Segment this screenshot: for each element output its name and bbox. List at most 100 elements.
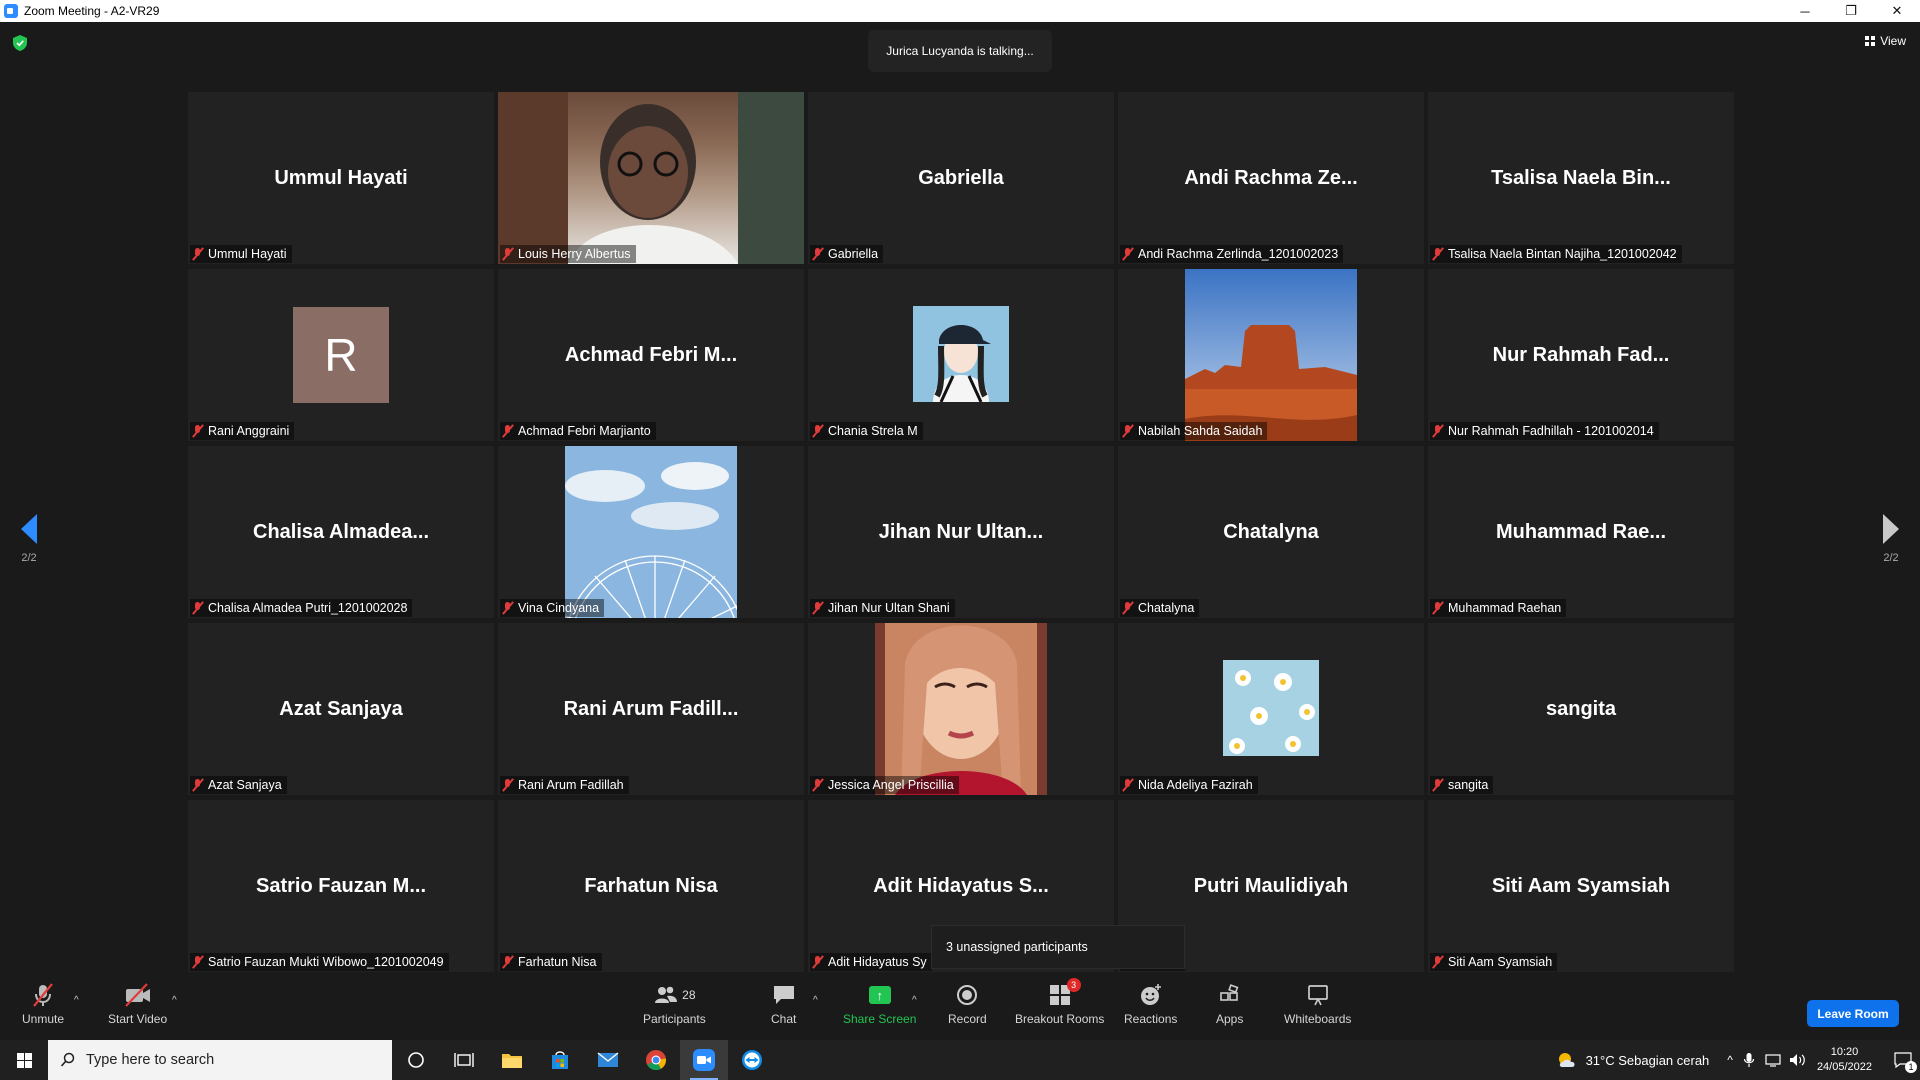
participant-avatar-image — [1223, 660, 1319, 756]
apps-icon — [1219, 981, 1241, 1009]
previous-page-button[interactable]: 2/2 — [12, 514, 46, 564]
encryption-shield-icon[interactable] — [13, 35, 27, 51]
window-controls: ─ ❐ ✕ — [1782, 0, 1920, 22]
participant-tile[interactable]: Azat Sanjaya Azat Sanjaya — [188, 623, 494, 795]
participant-tile[interactable]: Louis Herry Albertus — [498, 92, 804, 264]
participant-tile[interactable]: Chatalyna Chatalyna — [1118, 446, 1424, 618]
apps-button[interactable]: Apps — [1216, 981, 1243, 1026]
store-button[interactable] — [536, 1040, 584, 1080]
chrome-button[interactable] — [632, 1040, 680, 1080]
participant-tile[interactable]: Vina Cindyana — [498, 446, 804, 618]
teamviewer-icon — [742, 1050, 762, 1070]
share-options-caret[interactable]: ^ — [912, 995, 917, 1006]
mic-muted-icon — [192, 247, 204, 261]
tray-overflow-chevron-icon[interactable]: ^ — [1727, 1053, 1733, 1067]
participant-tile[interactable]: Rani Arum Fadill... Rani Arum Fadillah — [498, 623, 804, 795]
participant-tile[interactable]: R Rani Anggraini — [188, 269, 494, 441]
participant-tile[interactable]: Muhammad Rae... Muhammad Raehan — [1428, 446, 1734, 618]
participant-tile[interactable]: Satrio Fauzan M... Satrio Fauzan Mukti Wi… — [188, 800, 494, 972]
chat-options-caret[interactable]: ^ — [813, 995, 818, 1006]
participant-display-name: Farhatun Nisa — [584, 874, 718, 897]
mic-muted-icon — [502, 247, 514, 261]
meeting-area: Jurica Lucyanda is talking... View 2/2 2… — [0, 22, 1920, 975]
participant-tile[interactable]: Ummul Hayati Ummul Hayati — [188, 92, 494, 264]
participant-display-name: Siti Aam Syamsiah — [1491, 874, 1671, 897]
participant-tile[interactable]: Nur Rahmah Fad... Nur Rahmah Fadhillah - … — [1428, 269, 1734, 441]
taskbar-search[interactable]: Type here to search — [48, 1040, 392, 1080]
reactions-button[interactable]: Reactions — [1124, 981, 1177, 1026]
weather-text[interactable]: 31°C Sebagian cerah — [1586, 1053, 1710, 1068]
start-video-button[interactable]: Start Video — [108, 981, 167, 1026]
mic-muted-icon — [502, 601, 514, 615]
participant-gallery: Ummul Hayati Ummul Hayati Louis Herry Albe… — [188, 92, 1734, 972]
breakout-rooms-button[interactable]: 3 Breakout Rooms — [1015, 978, 1104, 1026]
participant-display-name: Satrio Fauzan M... — [255, 874, 427, 897]
weather-icon — [1558, 1053, 1575, 1067]
participant-name: Andi Rachma Zerlinda_1201002023 — [1138, 247, 1339, 261]
mic-muted-icon — [1122, 778, 1134, 792]
participant-tile[interactable]: Jihan Nur Ultan... Jihan Nur Ultan Shani — [808, 446, 1114, 618]
view-button[interactable]: View — [1865, 34, 1906, 48]
notification-count: 1 — [1905, 1061, 1917, 1073]
participant-name-label: Rani Anggraini — [190, 422, 295, 440]
start-button[interactable] — [0, 1040, 48, 1080]
video-options-caret[interactable]: ^ — [172, 995, 177, 1006]
participant-tile[interactable]: Farhatun Nisa Farhatun Nisa — [498, 800, 804, 972]
participant-tile[interactable]: Siti Aam Syamsiah Siti Aam Syamsiah — [1428, 800, 1734, 972]
teamviewer-button[interactable] — [728, 1040, 776, 1080]
participant-tile[interactable]: Jessica Angel Priscillia — [808, 623, 1114, 795]
whiteboards-button[interactable]: Whiteboards — [1284, 981, 1351, 1026]
speaker-icon[interactable] — [1789, 1053, 1807, 1067]
mic-muted-icon — [192, 778, 204, 792]
participant-name: Adit Hidayatus Sy — [828, 955, 927, 969]
participant-display-name: Jihan Nur Ultan... — [878, 520, 1044, 543]
record-button[interactable]: Record — [948, 981, 987, 1026]
file-explorer-button[interactable] — [488, 1040, 536, 1080]
restore-button[interactable]: ❐ — [1828, 0, 1874, 22]
mic-muted-icon — [1432, 247, 1444, 261]
taskbar-clock[interactable]: 10:20 24/05/2022 — [1817, 1045, 1872, 1075]
leave-room-button[interactable]: Leave Room — [1807, 1000, 1899, 1027]
participant-name: Tsalisa Naela Bintan Najiha_1201002042 — [1448, 247, 1677, 261]
close-button[interactable]: ✕ — [1874, 0, 1920, 22]
participants-button[interactable]: 28 Participants — [643, 981, 706, 1026]
notification-center-button[interactable]: 1 — [1886, 1040, 1920, 1080]
search-placeholder: Type here to search — [86, 1052, 215, 1068]
participant-name: Jessica Angel Priscillia — [828, 778, 954, 792]
participant-tile[interactable]: Achmad Febri M... Achmad Febri Marjianto — [498, 269, 804, 441]
share-screen-button[interactable]: ↑ Share Screen — [843, 981, 916, 1026]
participant-tile[interactable]: Gabriella Gabriella — [808, 92, 1114, 264]
task-view-button[interactable] — [440, 1040, 488, 1080]
chat-button[interactable]: Chat — [771, 981, 796, 1026]
cortana-button[interactable] — [392, 1040, 440, 1080]
participant-tile[interactable]: Andi Rachma Ze... Andi Rachma Zerlinda_12… — [1118, 92, 1424, 264]
participant-tile[interactable]: Nida Adeliya Fazirah — [1118, 623, 1424, 795]
audio-options-caret[interactable]: ^ — [74, 995, 79, 1006]
next-page-button[interactable]: 2/2 — [1874, 514, 1908, 564]
unmute-button[interactable]: Unmute — [22, 981, 64, 1026]
window-title: Zoom Meeting - A2-VR29 — [24, 4, 160, 18]
network-icon[interactable] — [1765, 1053, 1781, 1067]
participant-tile[interactable]: Chania Strela M — [808, 269, 1114, 441]
microphone-icon[interactable] — [1743, 1052, 1755, 1068]
zoom-taskbar-button[interactable] — [680, 1040, 728, 1080]
participant-tile[interactable]: sangita sangita — [1428, 623, 1734, 795]
minimize-button[interactable]: ─ — [1782, 0, 1828, 22]
mic-muted-icon — [812, 601, 824, 615]
participant-name: sangita — [1448, 778, 1489, 792]
participant-name-label: Ummul Hayati — [190, 245, 292, 263]
participants-count: 28 — [682, 988, 696, 1002]
participant-name-label: Nida Adeliya Fazirah — [1120, 776, 1258, 794]
participant-name-label: Nabilah Sahda Saidah — [1120, 422, 1268, 440]
chat-label: Chat — [771, 1012, 797, 1026]
zoom-app-icon — [4, 4, 18, 18]
participant-tile[interactable]: Tsalisa Naela Bin... Tsalisa Naela Bintan… — [1428, 92, 1734, 264]
participant-display-name: Rani Arum Fadill... — [563, 697, 739, 720]
store-icon — [552, 1051, 568, 1069]
participant-tile[interactable]: Nabilah Sahda Saidah — [1118, 269, 1424, 441]
breakout-rooms-icon: 3 — [1049, 978, 1081, 1009]
participant-name-label: Gabriella — [810, 245, 884, 263]
mail-button[interactable] — [584, 1040, 632, 1080]
participant-tile[interactable]: Chalisa Almadea... Chalisa Almadea Putri_… — [188, 446, 494, 618]
participant-display-name: Ummul Hayati — [274, 166, 408, 189]
